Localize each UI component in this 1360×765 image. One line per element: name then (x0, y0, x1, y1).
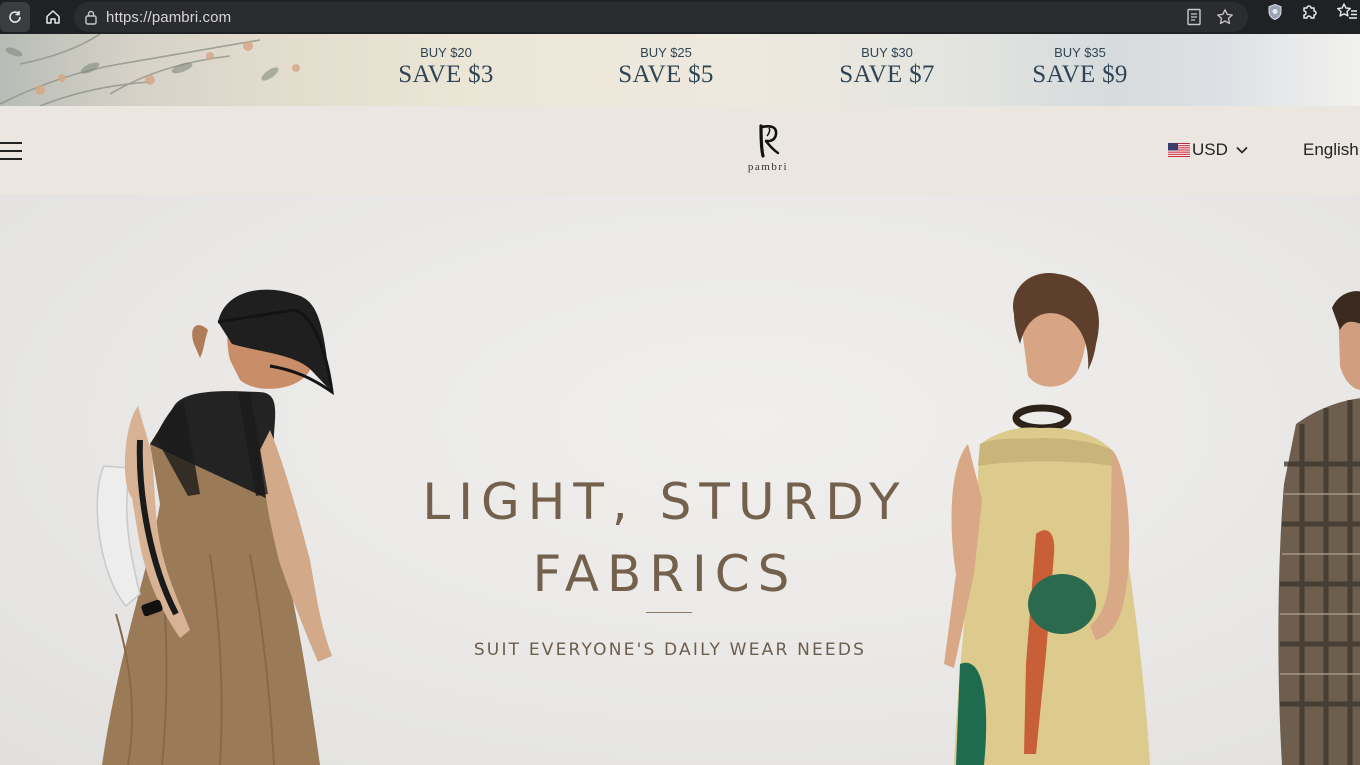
offer-4: BUY $35 SAVE $9 (1030, 46, 1130, 90)
promo-banner[interactable]: BUY $20 SAVE $3 BUY $25 SAVE $5 BUY $30 … (0, 34, 1360, 106)
offer-3-threshold: BUY $30 (861, 45, 913, 60)
offer-4-saving: SAVE $9 (1032, 61, 1128, 88)
offer-2-threshold: BUY $25 (640, 45, 692, 60)
offer-1: BUY $20 SAVE $3 (396, 46, 496, 90)
hero-headline-line1: LIGHT, STURDY (422, 473, 908, 531)
offer-2: BUY $25 SAVE $5 (616, 46, 716, 90)
language-selector[interactable]: English (1303, 140, 1359, 160)
shield-extension-icon[interactable] (1266, 3, 1284, 21)
lock-icon (85, 10, 97, 25)
model-left-image (96, 289, 334, 765)
reader-icon[interactable] (1186, 8, 1202, 26)
currency-selector[interactable]: USD (1168, 140, 1250, 160)
currency-label: USD (1192, 140, 1228, 159)
model-right-image (1278, 291, 1360, 765)
hero-subline: SUIT EVERYONE'S DAILY WEAR NEEDS (473, 640, 867, 660)
botanical-decoration (0, 34, 300, 106)
logo-wordmark: pambri (747, 161, 789, 173)
hero-headline: LIGHT, STURDY FABRICS (400, 466, 930, 610)
url-text: https://pambri.com (106, 8, 232, 26)
hero-headline-line2: FABRICS (532, 545, 798, 603)
offer-3: BUY $30 SAVE $7 (837, 46, 937, 90)
offer-2-saving: SAVE $5 (618, 61, 714, 88)
menu-icon[interactable] (0, 142, 22, 162)
site-logo[interactable]: pambri (740, 122, 796, 173)
offer-3-saving: SAVE $7 (839, 61, 935, 88)
reload-button[interactable] (0, 2, 30, 32)
pambri-monogram-icon (759, 124, 780, 158)
hero-divider (646, 612, 692, 613)
browser-toolbar: https://pambri.com (0, 0, 1360, 34)
offer-1-saving: SAVE $3 (398, 61, 494, 88)
us-flag-icon (1168, 143, 1190, 157)
site-header: pambri USD English (0, 106, 1360, 194)
home-icon (46, 10, 60, 24)
home-button[interactable] (38, 2, 68, 32)
offer-4-threshold: BUY $35 (1054, 45, 1106, 60)
reload-icon (9, 11, 21, 23)
offer-1-threshold: BUY $20 (420, 45, 472, 60)
address-bar[interactable]: https://pambri.com (74, 2, 1248, 32)
puzzle-extension-icon[interactable] (1300, 2, 1320, 22)
star-icon[interactable] (1216, 8, 1234, 26)
favorites-icon[interactable] (1336, 2, 1358, 22)
chevron-down-icon (1236, 146, 1248, 154)
model-center-image (944, 273, 1150, 765)
